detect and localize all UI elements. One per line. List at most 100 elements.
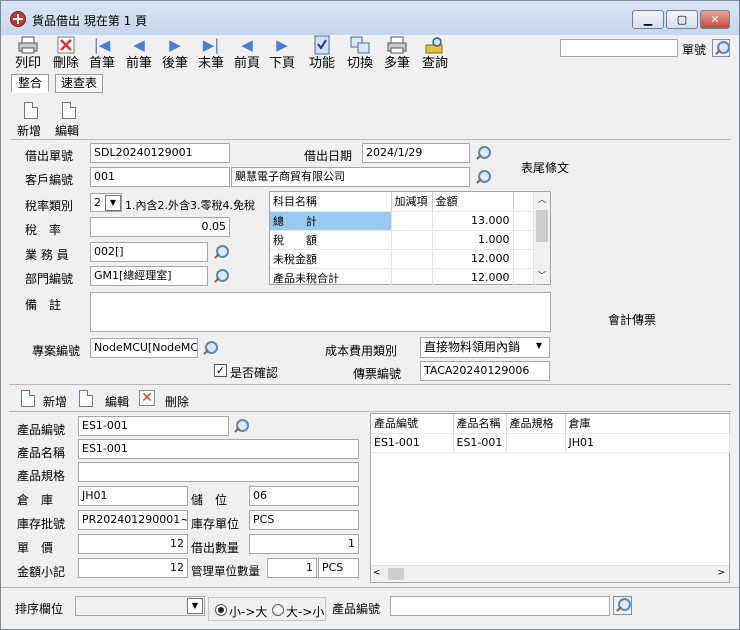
mgmt-qty-input[interactable]: 1 <box>267 558 317 578</box>
confirmed-checkbox[interactable]: ✓ <box>214 364 227 377</box>
multi-print-icon <box>386 35 408 55</box>
function-button[interactable]: 功能 <box>306 35 338 73</box>
multi-record-button[interactable]: 多筆 <box>381 35 413 73</box>
product-code-search-icon[interactable] <box>232 418 249 434</box>
price-input[interactable]: 12 <box>78 534 188 554</box>
delete-icon: ✕ <box>139 390 155 406</box>
table-row[interactable]: 產品未稅合計 12.000 <box>270 268 535 288</box>
first-record-button[interactable]: |◀ 首筆 <box>87 35 117 73</box>
loan-date-label: 借出日期 <box>304 149 353 163</box>
dept-input[interactable]: GM1[總經理室] <box>90 266 208 286</box>
minimize-button[interactable]: ▁ <box>632 10 664 29</box>
doc-no-search-icon[interactable] <box>712 39 730 57</box>
header-add-button[interactable]: 新增 <box>15 102 49 138</box>
scroll-up-icon[interactable]: ︿ <box>534 192 550 208</box>
prev-record-button[interactable]: ◀ 前筆 <box>124 35 154 73</box>
sort-asc-radio[interactable] <box>215 604 227 616</box>
remark-label: 備 註 <box>25 298 62 312</box>
tax-rate-input[interactable]: 0.05 <box>90 217 230 237</box>
last-record-button[interactable]: ▶| 末筆 <box>196 35 226 73</box>
close-button[interactable]: ✕ <box>700 10 730 29</box>
prev-record-icon: ◀ <box>133 36 145 54</box>
detail-horizontal-scrollbar[interactable]: < > <box>371 565 729 582</box>
customer-name-input[interactable]: 颶慧電子商貿有限公司 <box>231 167 470 187</box>
accounting-voucher-label: 會計傳票 <box>608 313 657 327</box>
dept-label: 部門編號 <box>25 272 74 286</box>
edit-document-icon <box>79 390 93 407</box>
table-row[interactable]: 總 計 13.000 <box>270 211 535 231</box>
subtotal-input[interactable]: 12 <box>78 558 188 578</box>
printer-icon <box>17 35 39 55</box>
detail-header-warehouse: 倉庫 <box>565 414 730 434</box>
table-row[interactable]: 未稅金額 12.000 <box>270 249 535 269</box>
maximize-button[interactable]: ▢ <box>666 10 698 29</box>
location-input[interactable]: 06 <box>249 486 359 506</box>
doc-no-search-input[interactable] <box>560 39 678 57</box>
batch-input[interactable]: PR202401290001~001 <box>78 510 188 530</box>
summary-scrollbar[interactable]: ︿ ﹀ <box>533 192 550 284</box>
product-code-label: 產品編號 <box>17 423 66 437</box>
scroll-down-icon[interactable]: ﹀ <box>534 268 550 284</box>
detail-delete-button[interactable]: ✕ 刪除 <box>139 389 193 409</box>
next-page-button[interactable]: ▶ 下頁 <box>267 35 297 73</box>
customer-search-icon[interactable] <box>474 169 491 185</box>
sort-order-group: 小->大 大->小 <box>208 597 326 621</box>
next-record-icon: ▶ <box>169 36 181 54</box>
new-document-icon <box>24 102 38 119</box>
tab-quick-table[interactable]: 速查表 <box>55 74 103 93</box>
loan-date-picker-icon[interactable] <box>474 145 491 161</box>
sort-field-dropdown-arrow[interactable]: ▼ <box>187 598 203 614</box>
product-search-icon[interactable] <box>613 596 632 615</box>
detail-edit-button[interactable]: 編輯 <box>79 389 133 409</box>
scroll-thumb[interactable] <box>388 568 404 580</box>
stock-unit-input[interactable]: PCS <box>249 510 359 530</box>
tax-type-label: 稅率類別 <box>25 199 74 213</box>
tab-integrate[interactable]: 整合 <box>11 74 49 93</box>
project-search-icon[interactable] <box>201 340 218 356</box>
product-name-input[interactable]: ES1-001 <box>78 439 359 459</box>
sort-field-select[interactable] <box>75 596 205 616</box>
customer-code-input[interactable]: 001 <box>90 167 230 187</box>
delete-button[interactable]: 刪除 <box>49 35 83 73</box>
stock-unit-label: 庫存單位 <box>191 517 240 531</box>
loan-no-input[interactable]: SDL20240129001 <box>90 143 230 163</box>
switch-button[interactable]: 切換 <box>344 35 376 73</box>
mgmt-unit-input[interactable]: PCS <box>318 558 359 578</box>
dept-search-icon[interactable] <box>212 268 229 284</box>
print-button[interactable]: 列印 <box>11 35 45 73</box>
tax-type-dropdown-arrow[interactable]: ▼ <box>105 195 121 211</box>
query-button[interactable]: 查詢 <box>419 35 451 73</box>
detail-header-product-code: 產品編號 <box>371 414 454 434</box>
loan-qty-input[interactable]: 1 <box>249 534 359 554</box>
summary-header-account: 科目名稱 <box>270 192 392 212</box>
table-row[interactable]: ES1-001 ES1-001 JH01 <box>371 433 730 453</box>
table-row[interactable]: 稅 額 1.000 <box>270 230 535 250</box>
spec-input[interactable] <box>78 462 359 482</box>
sales-input[interactable]: 002[] <box>90 242 208 262</box>
product-search-input[interactable] <box>390 596 610 616</box>
next-record-button[interactable]: ▶ 後筆 <box>160 35 190 73</box>
tax-type-options: 1.內含2.外含3.零稅4.免稅 <box>125 199 255 212</box>
scroll-thumb[interactable] <box>536 210 548 242</box>
loan-date-input[interactable]: 2024/1/29 <box>362 143 470 163</box>
mgmt-qty-label: 管理單位數量 <box>191 564 260 578</box>
product-code-input[interactable]: ES1-001 <box>78 416 229 436</box>
doc-no-label: 單號 <box>682 43 707 57</box>
summary-header-amount: 金額 <box>432 192 514 212</box>
batch-label: 庫存批號 <box>17 517 66 531</box>
header-edit-button[interactable]: 編輯 <box>53 102 87 138</box>
cost-type-dropdown-arrow[interactable]: ▼ <box>531 339 547 355</box>
project-input[interactable]: NodeMCU[NodeMCU] <box>90 338 198 358</box>
sales-search-icon[interactable] <box>212 244 229 260</box>
voucher-label: 傳票編號 <box>353 367 402 381</box>
sort-desc-radio[interactable] <box>272 604 284 616</box>
loan-no-label: 借出單號 <box>25 149 74 163</box>
warehouse-input[interactable]: JH01 <box>78 486 188 506</box>
scroll-left-icon[interactable]: < <box>373 568 381 578</box>
voucher-input[interactable]: TACA20240129006 <box>420 361 550 381</box>
prev-page-button[interactable]: ◀ 前頁 <box>232 35 262 73</box>
scroll-right-icon[interactable]: > <box>717 568 725 578</box>
remark-textarea[interactable] <box>90 292 551 332</box>
sort-field-label: 排序欄位 <box>15 602 64 616</box>
detail-add-button[interactable]: 新增 <box>21 389 73 409</box>
